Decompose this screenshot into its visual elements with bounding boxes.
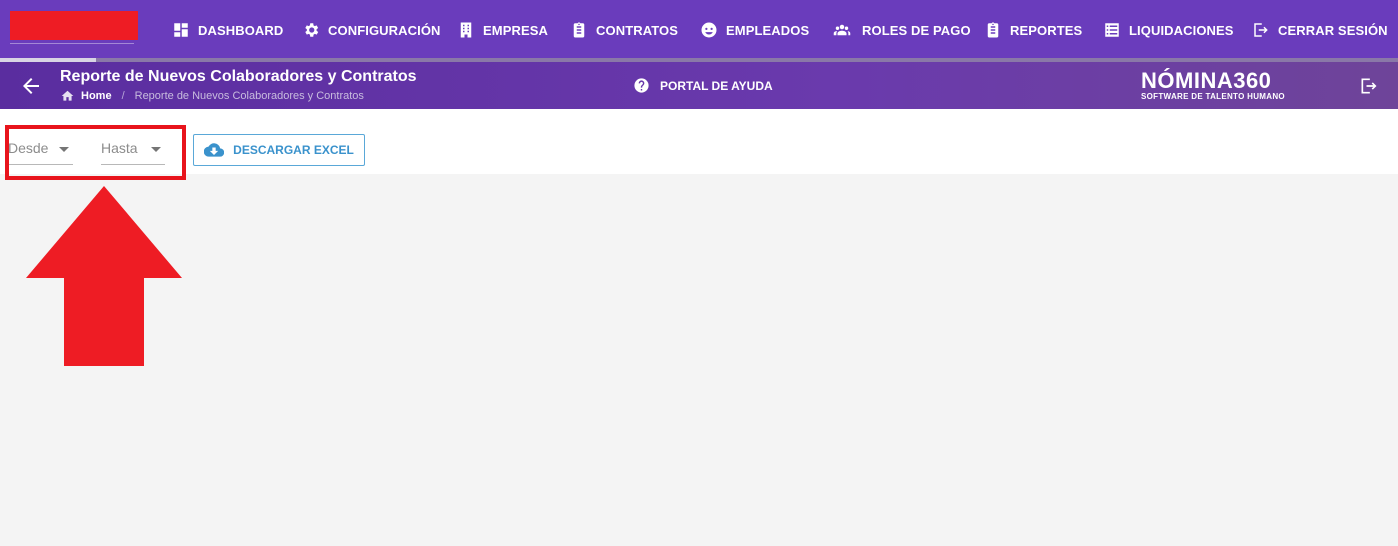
breadcrumb: Home / Reporte de Nuevos Colaboradores y…	[60, 89, 364, 103]
chevron-down-icon	[59, 147, 69, 152]
back-button[interactable]	[19, 74, 43, 98]
filter-bar: Desde Hasta DESCARGAR EXCEL	[0, 109, 1398, 174]
arrow-left-icon	[23, 78, 39, 94]
hasta-select[interactable]: Hasta	[101, 137, 165, 165]
nav-item-contratos[interactable]: CONTRATOS	[570, 19, 678, 41]
nav-item-reportes[interactable]: REPORTES	[984, 19, 1082, 41]
clipboard-icon	[573, 22, 585, 38]
breadcrumb-separator: /	[121, 90, 125, 102]
face-icon	[701, 22, 717, 38]
help-portal-label: PORTAL DE AYUDA	[660, 78, 773, 93]
help-portal-link[interactable]: PORTAL DE AYUDA	[633, 77, 773, 94]
nav-item-label: EMPLEADOS	[726, 22, 810, 38]
page-title: Reporte de Nuevos Colaboradores y Contra…	[60, 68, 417, 85]
top-navbar: DASHBOARD CONFIGURACIÓN EMPRESA CONTRATO…	[0, 0, 1398, 62]
nav-item-roles-de-pago[interactable]: ROLES DE PAGO	[830, 19, 971, 41]
brand-logo: NÓMINA360 SOFTWARE DE TALENTO HUMANO	[1141, 70, 1305, 102]
logo-underline	[10, 43, 134, 44]
breadcrumb-current: Reporte de Nuevos Colaboradores y Contra…	[134, 90, 364, 102]
dashboard-icon	[174, 23, 188, 37]
nav-item-configuracion[interactable]: CONFIGURACIÓN	[302, 19, 441, 41]
building-icon	[460, 22, 472, 38]
nav-item-label: EMPRESA	[483, 22, 548, 38]
nav-item-label: LIQUIDACIONES	[1129, 22, 1234, 38]
nav-item-empresa[interactable]: EMPRESA	[457, 19, 548, 41]
nav-item-label: CONFIGURACIÓN	[328, 22, 441, 38]
clipboard-icon	[987, 22, 999, 38]
nav-item-label: CERRAR SESIÓN	[1278, 22, 1388, 38]
brand-tagline: SOFTWARE DE TALENTO HUMANO	[1141, 92, 1285, 101]
nav-item-cerrar-sesion[interactable]: CERRAR SESIÓN	[1252, 19, 1388, 41]
desde-label: Desde	[8, 140, 49, 156]
gear-icon	[305, 23, 319, 37]
nav-item-label: DASHBOARD	[198, 22, 284, 38]
list-icon	[1105, 23, 1119, 37]
chevron-down-icon	[151, 147, 161, 152]
brand-name: NÓMINA360	[1141, 68, 1272, 93]
nav-item-liquidaciones[interactable]: LIQUIDACIONES	[1103, 19, 1234, 41]
hasta-label: Hasta	[101, 140, 138, 156]
breadcrumb-home[interactable]: Home	[81, 90, 112, 102]
download-excel-label: DESCARGAR EXCEL	[233, 143, 354, 157]
group-icon	[833, 24, 851, 36]
nav-item-dashboard[interactable]: DASHBOARD	[172, 19, 283, 41]
desde-select[interactable]: Desde	[8, 137, 73, 165]
nav-item-label: REPORTES	[1010, 22, 1083, 38]
home-icon	[61, 90, 74, 101]
logout-icon	[1254, 23, 1268, 37]
help-icon	[634, 78, 649, 93]
logout-icon	[1361, 78, 1377, 94]
download-excel-button[interactable]: DESCARGAR EXCEL	[193, 134, 365, 166]
nav-item-label: ROLES DE PAGO	[862, 22, 971, 38]
annotation-arrow-icon	[26, 186, 182, 366]
cloud-download-icon	[204, 143, 225, 157]
company-logo[interactable]	[10, 11, 138, 40]
nav-item-empleados[interactable]: EMPLEADOS	[700, 19, 809, 41]
page-header: Reporte de Nuevos Colaboradores y Contra…	[0, 62, 1398, 109]
nav-item-label: CONTRATOS	[596, 22, 679, 38]
header-logout-button[interactable]	[1359, 76, 1379, 96]
